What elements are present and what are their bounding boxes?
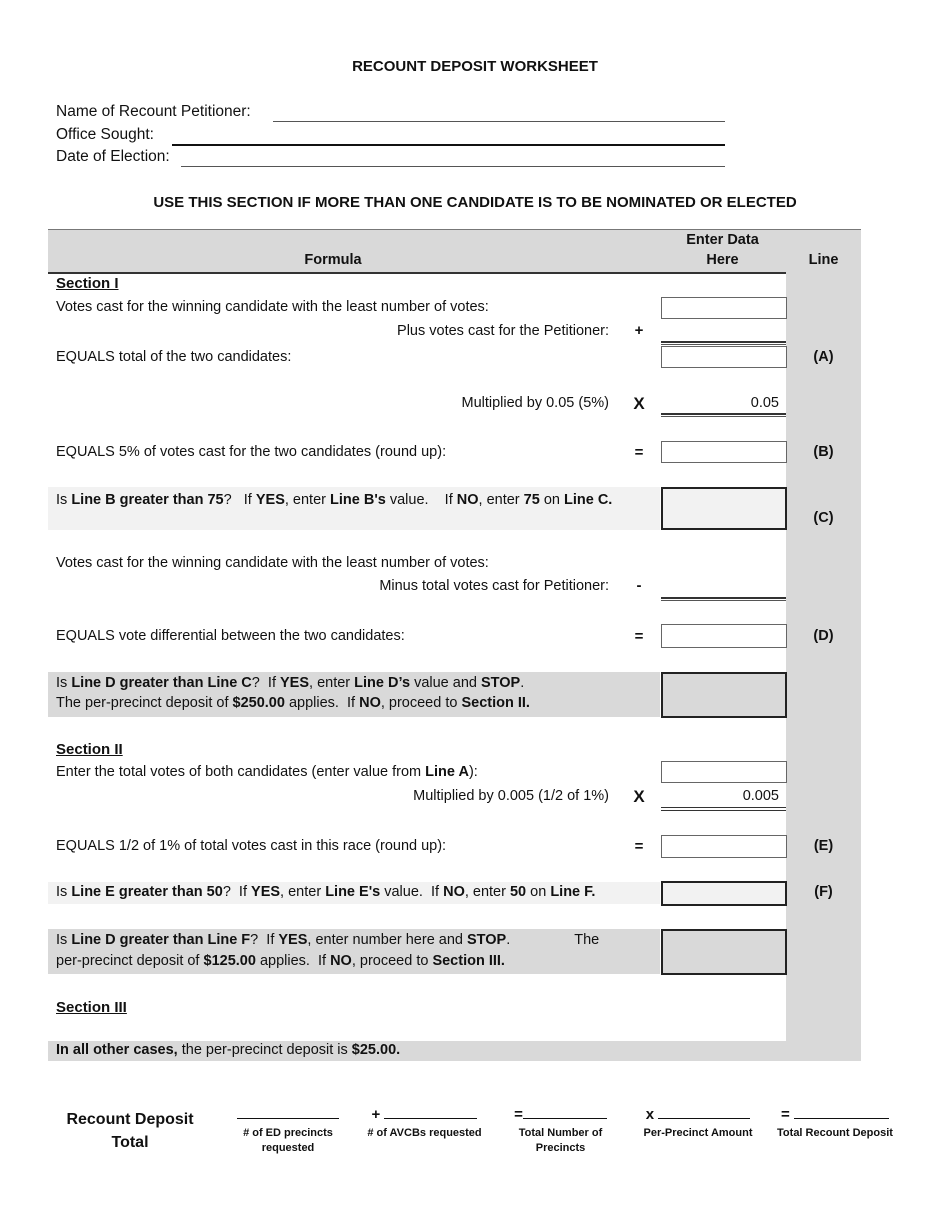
total-precincts-caption-1: Total Number of <box>518 1127 603 1139</box>
multiplied-5pct-label: Multiplied by 0.05 (5%) <box>461 395 610 411</box>
total-precincts-field[interactable] <box>522 1104 607 1119</box>
multiplier-half-value: 0.005 <box>742 788 779 804</box>
section3-heading: Section III <box>56 999 127 1016</box>
plus-operator: + <box>634 322 644 339</box>
equals-operator-e: = <box>634 838 644 855</box>
equals-5pct-label: EQUALS 5% of votes cast for the two cand… <box>56 444 447 460</box>
enter-data-header-1: Enter Data <box>686 232 759 248</box>
multiplier-5pct-underline <box>661 413 786 417</box>
line-b-input[interactable] <box>661 441 787 463</box>
office-sought-field[interactable] <box>172 144 725 146</box>
total-deposit-column: = Total Recount Deposit <box>774 1104 896 1141</box>
line-b-label: (B) <box>813 444 834 460</box>
line-e-label: (E) <box>813 838 834 854</box>
total-deposit-field[interactable] <box>793 1104 889 1119</box>
enter-total-label: Enter the total votes of both candidates… <box>56 764 478 780</box>
election-date-field[interactable] <box>181 166 725 167</box>
formula-header: Formula <box>304 252 362 268</box>
plus-petitioner-underline[interactable] <box>661 341 786 345</box>
minus-petitioner-underline[interactable] <box>661 597 786 601</box>
section3-text: In all other cases, the per-precinct dep… <box>56 1042 400 1058</box>
line-a-label: (A) <box>813 349 834 365</box>
section1-heading: Section I <box>56 275 119 292</box>
multiplier-5pct-value: 0.05 <box>750 395 779 411</box>
deposit-total-title-1: Recount Deposit <box>66 1111 194 1128</box>
office-sought-label: Office Sought: <box>56 126 154 143</box>
line-d-question-1: Is Line D greater than Line C? If YES, e… <box>56 675 525 691</box>
line-c-label: (C) <box>813 510 834 526</box>
deposit-total-title-2: Total <box>111 1134 149 1151</box>
votes-winner-2-label: Votes cast for the winning candidate wit… <box>56 555 489 571</box>
enter-data-header-2: Here <box>706 252 739 268</box>
multiplied-half-label: Multiplied by 0.005 (1/2 of 1%) <box>413 788 609 804</box>
ed-precincts-column: # of ED precincts requested <box>233 1104 343 1156</box>
line-df-stop-input[interactable] <box>661 929 787 975</box>
ed-precincts-caption-1: # of ED precincts <box>243 1127 333 1139</box>
line-column <box>786 272 861 1061</box>
avcbs-caption-1: # of AVCBs requested <box>367 1127 482 1139</box>
total-deposit-prefix: = <box>781 1106 790 1123</box>
votes-winner-input[interactable] <box>661 297 787 319</box>
avcbs-prefix: + <box>371 1106 381 1123</box>
section2-heading: Section II <box>56 741 123 758</box>
petitioner-name-field[interactable] <box>273 121 725 122</box>
table-header: Formula Enter Data Here Line <box>48 229 861 274</box>
per-precinct-field[interactable] <box>658 1104 751 1119</box>
ed-precincts-caption-2: requested <box>261 1142 315 1154</box>
line-a-input[interactable] <box>661 346 787 368</box>
line-c-input[interactable] <box>661 487 787 530</box>
section3-bold-text: In all other cases, <box>56 1042 178 1058</box>
times-operator: X <box>633 394 645 413</box>
petitioner-name-label: Name of Recount Petitioner: <box>56 103 251 120</box>
ed-precincts-field[interactable] <box>237 1104 339 1119</box>
line-df-question-2: per-precinct deposit of $125.00 applies.… <box>56 953 505 969</box>
equals-diff-label: EQUALS vote differential between the two… <box>56 628 405 644</box>
line-f-question: Is Line E greater than 50? If YES, enter… <box>56 884 596 900</box>
line-d-input[interactable] <box>661 624 787 648</box>
deposit-total-title: Recount Deposit Total <box>50 1108 210 1154</box>
per-precinct-caption-1: Per-Precinct Amount <box>643 1127 753 1139</box>
minus-petitioner-label: Minus total votes cast for Petitioner: <box>379 578 609 594</box>
election-date-label: Date of Election: <box>56 148 170 165</box>
votes-winner-label: Votes cast for the winning candidate wit… <box>56 299 489 315</box>
line-header: Line <box>808 252 839 268</box>
total-precincts-column: = Total Number of Precincts <box>508 1104 613 1156</box>
per-precinct-column: x Per-Precinct Amount <box>638 1104 758 1141</box>
line-d-stop-input[interactable] <box>661 672 787 718</box>
total-deposit-caption-1: Total Recount Deposit <box>777 1127 893 1139</box>
equals-total-label: EQUALS total of the two candidates: <box>56 349 292 365</box>
equals-half-label: EQUALS 1/2 of 1% of total votes cast in … <box>56 838 447 854</box>
section-heading-text: USE THIS SECTION IF MORE THAN ONE CANDID… <box>153 194 797 211</box>
equals-operator-d: = <box>634 628 644 645</box>
section3-rest-text: the per-precinct deposit is <box>177 1042 352 1058</box>
line-d-label: (D) <box>813 628 834 644</box>
total-precincts-prefix: = <box>514 1106 523 1123</box>
per-precinct-prefix: x <box>645 1106 655 1123</box>
minus-operator: - <box>636 577 642 594</box>
line-c-question: Is Line B greater than 75? If YES, enter… <box>56 492 613 508</box>
plus-petitioner-label: Plus votes cast for the Petitioner: <box>397 323 609 339</box>
avcbs-field[interactable] <box>384 1104 478 1119</box>
line-f-label: (F) <box>814 884 833 900</box>
line-e-input[interactable] <box>661 835 787 858</box>
line-d-question-2: The per-precinct deposit of $250.00 appl… <box>56 695 530 711</box>
multiplier-half-underline <box>661 807 786 811</box>
total-votes-input[interactable] <box>661 761 787 783</box>
times-operator-2: X <box>633 787 645 806</box>
line-df-question-1: Is Line D greater than Line F? If YES, e… <box>56 932 600 948</box>
section-heading: USE THIS SECTION IF MORE THAN ONE CANDID… <box>0 194 950 211</box>
avcbs-column: + # of AVCBs requested <box>362 1104 487 1141</box>
page-title: RECOUNT DEPOSIT WORKSHEET <box>352 58 598 75</box>
total-precincts-caption-2: Precincts <box>535 1142 586 1154</box>
equals-operator-b: = <box>634 444 644 461</box>
line-f-input[interactable] <box>661 881 787 906</box>
section3-amount: $25.00. <box>351 1042 401 1058</box>
